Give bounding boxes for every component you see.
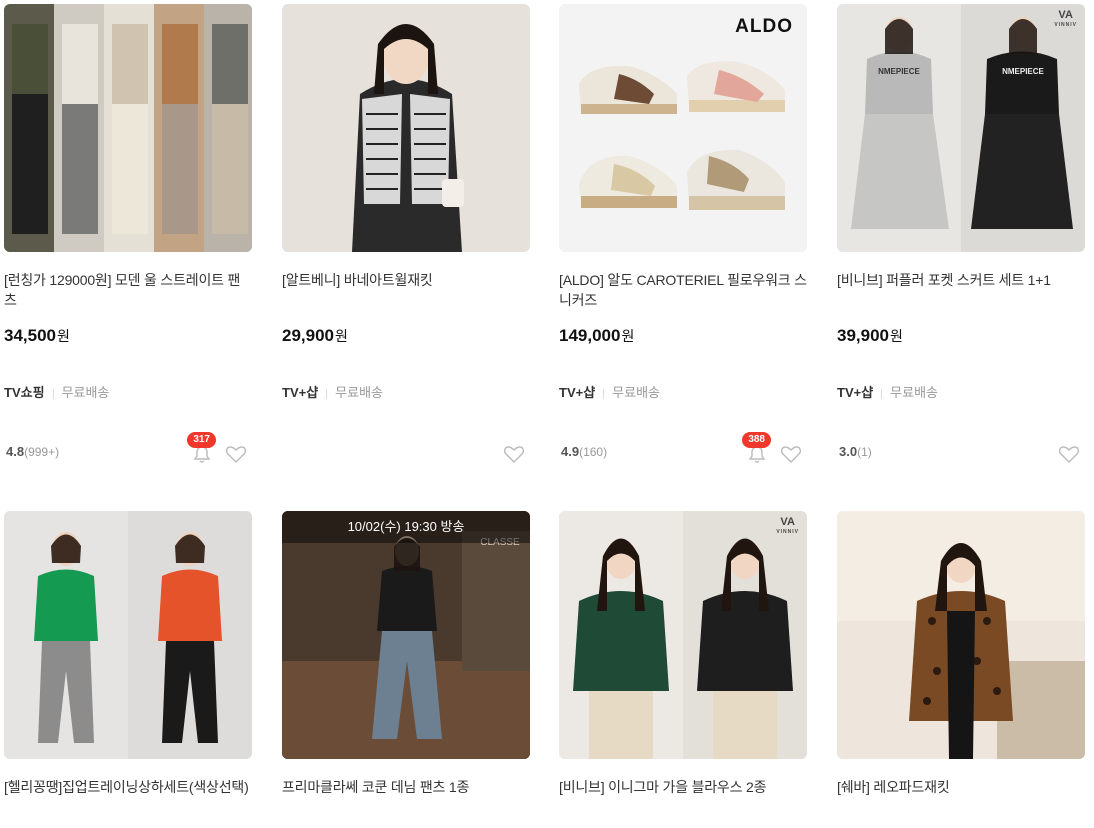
shipping-info: TV+샵 무료배송	[282, 383, 383, 403]
brand-logo: VA VINNIV	[776, 516, 799, 536]
product-image[interactable]: ALDO	[559, 4, 807, 252]
rating: 4.8(999+)	[6, 444, 60, 459]
product-price: 34,500원	[4, 326, 70, 345]
product-image[interactable]	[837, 511, 1085, 759]
product-title[interactable]: [알트베니] 바네아트윌재킷	[282, 270, 530, 290]
divider	[603, 388, 605, 399]
channel-label: TV쇼핑	[4, 385, 45, 400]
product-card[interactable]: [런칭가 129000원] 모덴 울 스트레이트 팬츠 34,500원 TV쇼핑…	[4, 4, 252, 463]
product-card[interactable]: [헬리꽁땡]집업트레이닝상하세트(색상선택)	[4, 511, 252, 795]
product-card[interactable]: NMEPIECE NMEPIECE VA VINNIV [비니브] 퍼플러 포켓 …	[837, 4, 1085, 463]
divider	[881, 388, 883, 399]
free-shipping-label: 무료배송	[612, 385, 661, 400]
free-shipping-label: 무료배송	[890, 385, 939, 400]
card-actions	[1015, 434, 1085, 468]
product-card[interactable]: ALDO [ALDO] 알도 CAROTERIEL 필로우워크 스니커즈 149…	[559, 4, 807, 463]
rating: 4.9(160)	[561, 444, 608, 459]
alarm-count-badge: 388	[742, 432, 771, 448]
free-shipping-label: 무료배송	[335, 385, 384, 400]
product-title[interactable]: 프리마클라쎄 코쿤 데님 팬츠 1종	[282, 777, 530, 797]
product-card[interactable]: [알트베니] 바네아트윌재킷 29,900원 TV+샵 무료배송	[282, 4, 530, 463]
product-image[interactable]: VA VINNIV	[559, 511, 807, 759]
channel-label: TV+샵	[559, 385, 596, 400]
card-actions: 317	[182, 432, 252, 468]
heart-icon[interactable]	[779, 442, 803, 466]
product-price: 39,900원	[837, 326, 903, 345]
heart-icon[interactable]	[224, 442, 248, 466]
heart-icon[interactable]	[1057, 442, 1081, 466]
divider	[52, 388, 54, 399]
product-title[interactable]: [헬리꽁땡]집업트레이닝상하세트(색상선택)	[4, 777, 252, 797]
product-title[interactable]: [쉐바] 레오파드재킷	[837, 777, 1085, 797]
product-price: 29,900원	[282, 326, 348, 345]
product-title[interactable]: [런칭가 129000원] 모덴 울 스트레이트 팬츠	[4, 270, 252, 310]
card-actions	[460, 434, 530, 468]
shipping-info: TV+샵 무료배송	[837, 383, 938, 403]
shipping-info: TV쇼핑 무료배송	[4, 383, 109, 403]
product-card[interactable]: VA VINNIV [비니브] 이니그마 가을 블라우스 2종	[559, 511, 807, 795]
free-shipping-label: 무료배송	[61, 385, 110, 400]
product-image[interactable]: NMEPIECE NMEPIECE VA VINNIV	[837, 4, 1085, 252]
channel-label: TV+샵	[282, 385, 319, 400]
brand-logo: VA VINNIV	[1054, 9, 1077, 29]
product-price: 149,000원	[559, 326, 635, 345]
rating: 3.0(1)	[839, 444, 872, 459]
alarm-count-badge: 317	[187, 432, 216, 448]
shipping-info: TV+샵 무료배송	[559, 383, 660, 403]
product-image[interactable]	[4, 511, 252, 759]
product-title[interactable]: [비니브] 퍼플러 포켓 스커트 세트 1+1	[837, 270, 1085, 290]
card-actions: 388	[737, 432, 807, 468]
brand-logo: ALDO	[735, 16, 793, 37]
product-card[interactable]: [쉐바] 레오파드재킷	[837, 511, 1085, 795]
product-image[interactable]	[282, 4, 530, 252]
channel-label: TV+샵	[837, 385, 874, 400]
broadcast-time-banner: 10/02(수) 19:30 방송	[282, 511, 530, 543]
product-title[interactable]: [비니브] 이니그마 가을 블라우스 2종	[559, 777, 807, 797]
shirt-print: NMEPIECE	[878, 67, 920, 76]
shirt-print: NMEPIECE	[1002, 67, 1044, 76]
divider	[326, 388, 328, 399]
product-image[interactable]: CLASSE 10/02(수) 19:30 방송	[282, 511, 530, 759]
product-image[interactable]	[4, 4, 252, 252]
product-title[interactable]: [ALDO] 알도 CAROTERIEL 필로우워크 스니커즈	[559, 270, 807, 310]
product-card[interactable]: CLASSE 10/02(수) 19:30 방송 프리마클라쎄 코쿤 데님 팬츠…	[282, 511, 530, 795]
heart-icon[interactable]	[502, 442, 526, 466]
